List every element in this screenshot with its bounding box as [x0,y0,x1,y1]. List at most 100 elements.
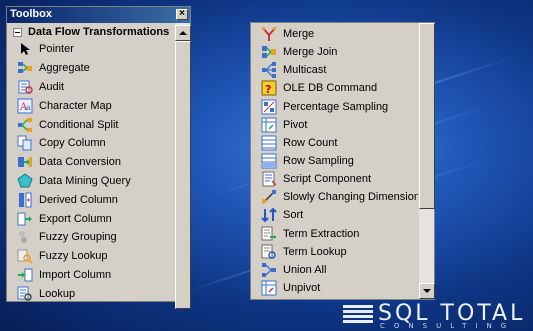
arrow-down-icon [423,289,431,293]
close-icon: × [179,8,185,19]
scroll-down-button[interactable] [419,283,435,299]
toolbox-item-sort[interactable]: Sort [251,206,418,224]
toolbox-item-export-column[interactable]: Export Column [7,209,174,228]
toolbox-item-character-map[interactable]: Aa Character Map [7,96,174,115]
svg-text:a: a [26,103,31,112]
import-column-icon [17,267,33,283]
toolbox-item-label: Unpivot [283,282,321,295]
collapse-icon[interactable] [13,27,22,37]
toolbox-item-label: Multicast [283,64,327,77]
sort-icon [261,207,277,223]
slowly-changing-dimension-icon [261,189,277,205]
row-count-icon [261,135,277,151]
toolbox-item-label: Union All [283,263,327,276]
ole-db-command-icon: ? [261,80,277,96]
toolbox-item-label: Derived Column [39,193,118,206]
vertical-scrollbar[interactable] [418,23,435,299]
toolbox-item-label: Fuzzy Grouping [39,231,117,244]
toolbox-item-label: Import Column [39,268,112,281]
toolbox-item-derived-column[interactable]: Derived Column [7,190,174,209]
pivot-icon [261,117,277,133]
toolbox-item-data-mining-query[interactable]: Data Mining Query [7,172,174,191]
vertical-scrollbar[interactable] [174,23,191,309]
toolbox-item-label: Audit [39,80,65,93]
toolbox-item-pointer[interactable]: Pointer [7,40,174,59]
toolbox-item-percentage-sampling[interactable]: Percentage Sampling [251,98,418,116]
pointer-icon [17,41,33,57]
toolbox-item-copy-column[interactable]: Copy Column [7,134,174,153]
toolbox-item-row-count[interactable]: Row Count [251,134,418,152]
toolbox-item-slowly-changing-dimension[interactable]: Slowly Changing Dimension [251,188,418,206]
script-component-icon [261,171,277,187]
toolbox-item-label: Pivot [283,118,308,131]
scroll-thumb[interactable] [419,23,435,209]
toolbox-item-label: Export Column [39,212,112,225]
group-label: Data Flow Transformations [28,26,170,38]
toolbox-item-label: Row Sampling [283,155,354,168]
toolbox-item-multicast[interactable]: Multicast [251,61,418,79]
toolbox-item-label: Data Mining Query [39,174,131,187]
toolbox-item-pivot[interactable]: Pivot [251,116,418,134]
toolbox-item-merge-join[interactable]: Merge Join [251,43,418,61]
scroll-up-button[interactable] [175,25,191,41]
fuzzy-lookup-icon [17,248,33,264]
arrow-up-icon [179,31,187,35]
toolbox-continuation-panel: Merge Merge Join Multicast ? OLE DB Command P… [250,22,435,300]
toolbox-item-label: Lookup [39,287,76,300]
toolbox-item-data-conversion[interactable]: Data Conversion [7,153,174,172]
toolbox-item-script-component[interactable]: Script Component [251,170,418,188]
close-button[interactable]: × [176,9,188,20]
toolbox-item-label: Pointer [39,43,74,56]
toolbox-item-union-all[interactable]: Union All [251,261,418,279]
toolbox-item-label: Aggregate [39,62,90,75]
toolbox-item-term-extraction[interactable]: Term Extraction [251,225,418,243]
logo-mark [343,303,373,325]
toolbox-item-term-lookup[interactable]: Term Lookup [251,243,418,261]
toolbox-list: Data Flow Transformations Pointer Aggrega… [7,23,174,301]
data-mining-query-icon [17,173,33,189]
toolbox-item-import-column[interactable]: Import Column [7,266,174,285]
toolbox-item-ole-db-command[interactable]: ? OLE DB Command [251,79,418,97]
toolbox-item-audit[interactable]: Audit [7,78,174,97]
toolbox-item-fuzzy-grouping[interactable]: Fuzzy Grouping [7,228,174,247]
union-all-icon [261,262,277,278]
toolbox-item-label: Data Conversion [39,156,121,169]
toolbox-item-row-sampling[interactable]: Row Sampling [251,152,418,170]
toolbox-item-merge[interactable]: Merge [251,25,418,43]
toolbox-item-label: Conditional Split [39,118,119,131]
toolbox-item-label: Merge Join [283,46,338,59]
toolbox-item-label: Percentage Sampling [283,100,389,113]
toolbox-item-aggregate[interactable]: Aggregate [7,59,174,78]
derived-column-icon [17,192,33,208]
unpivot-icon [261,280,277,296]
toolbox-item-label: Script Component [283,173,372,186]
character-map-icon: Aa [17,98,33,114]
toolbox-window: Toolbox × Data Flow Transformations Poin… [6,6,191,309]
lookup-icon [17,286,33,301]
toolbox-item-fuzzy-lookup[interactable]: Fuzzy Lookup [7,247,174,266]
toolbox-item-lookup[interactable]: Lookup [7,284,174,301]
logo-text: SQL TOTAL [378,301,526,326]
scroll-thumb[interactable] [175,41,191,309]
export-column-icon [17,211,33,227]
percentage-sampling-icon [261,99,277,115]
toolbox-item-label: Row Count [283,136,338,149]
data-conversion-icon [17,154,33,170]
aggregate-icon [17,60,33,76]
term-lookup-icon [261,244,277,260]
toolbox-item-label: Character Map [39,99,112,112]
fuzzy-grouping-icon [17,229,33,245]
toolbox-item-label: Term Lookup [283,245,347,258]
term-extraction-icon [261,226,277,242]
toolbox-item-unpivot[interactable]: Unpivot [251,279,418,297]
toolbox-item-label: Sort [283,209,304,222]
toolbox-item-conditional-split[interactable]: Conditional Split [7,115,174,134]
toolbox-item-label: Merge [283,28,315,41]
window-title: Toolbox [10,8,52,20]
group-header[interactable]: Data Flow Transformations [7,23,174,40]
multicast-icon [261,62,277,79]
copy-column-icon [17,135,33,151]
toolbox-titlebar[interactable]: Toolbox × [7,7,190,23]
merge-icon [261,26,277,42]
audit-icon [17,79,33,95]
